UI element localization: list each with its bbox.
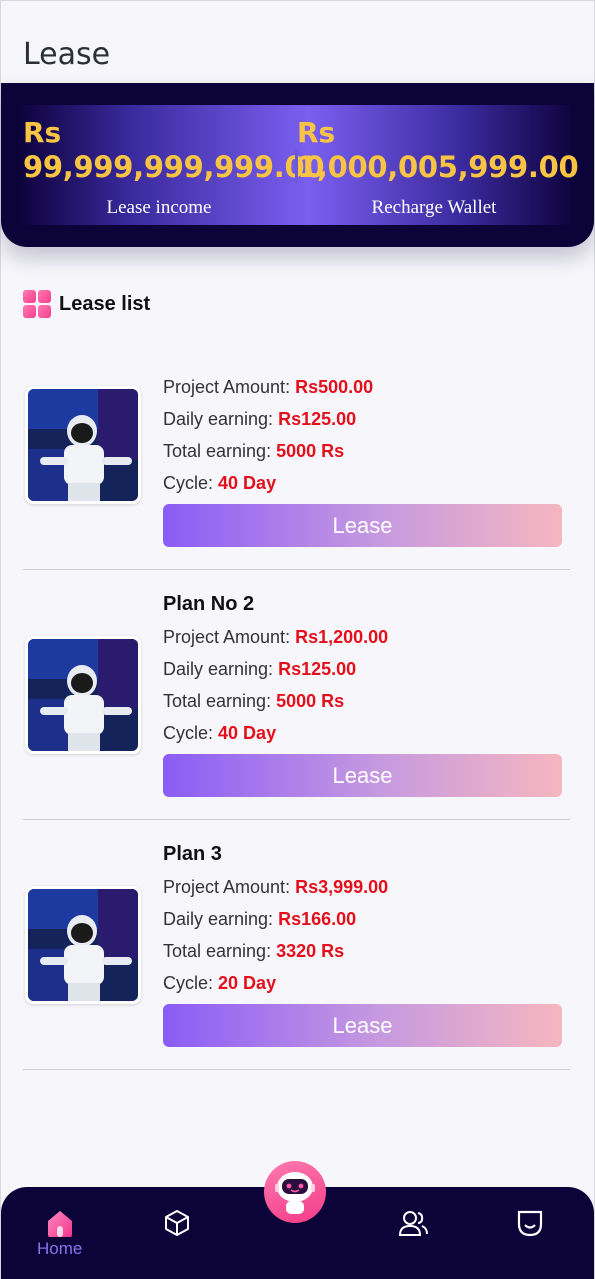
cycle-value: 20 Day xyxy=(218,973,277,993)
project-amount-row: Project Amount: Rs3,999.00 xyxy=(163,871,388,903)
nav-home-label[interactable]: Home xyxy=(37,1239,82,1259)
nav-home[interactable] xyxy=(40,1203,80,1243)
cycle-label: Cycle: xyxy=(163,973,214,993)
recharge-wallet-amount: 1,000,005,999.00 xyxy=(297,150,579,184)
plan-title: Plan 3 xyxy=(163,843,222,865)
project-amount-label: Project Amount: xyxy=(163,877,291,897)
lease-income-amount: 99,999,999,999.00 xyxy=(23,150,325,184)
robot-photo-icon xyxy=(28,639,138,751)
wallet-card: Rs 99,999,999,999.00 Lease income Rs 1,0… xyxy=(1,83,594,247)
cube-icon xyxy=(165,1210,189,1236)
cycle-row: Cycle: 40 Day xyxy=(163,467,373,499)
total-earning-row: Total earning: 5000 Rs xyxy=(163,685,388,717)
total-earning-label: Total earning: xyxy=(163,941,272,961)
lease-button[interactable]: Lease xyxy=(163,1004,562,1047)
plan-card: Project Amount: Rs500.00 Daily earning: … xyxy=(23,349,570,570)
robot-photo-icon xyxy=(28,889,138,1001)
daily-earning-value: Rs125.00 xyxy=(278,409,357,429)
users-icon xyxy=(398,1211,428,1236)
cycle-value: 40 Day xyxy=(218,473,277,493)
lease-list-header: Lease list xyxy=(23,290,150,318)
total-earning-value: 5000 Rs xyxy=(276,691,345,711)
recharge-wallet-currency: Rs xyxy=(297,116,336,149)
daily-earning-row: Daily earning: Rs166.00 xyxy=(163,903,388,935)
plan-info: Plan 3 Project Amount: Rs3,999.00 Daily … xyxy=(163,837,388,999)
daily-earning-row: Daily earning: Rs125.00 xyxy=(163,653,388,685)
recharge-wallet-label: Recharge Wallet xyxy=(371,197,497,218)
total-earning-label: Total earning: xyxy=(163,441,272,461)
total-earning-value: 5000 Rs xyxy=(276,441,345,461)
total-earning-label: Total earning: xyxy=(163,691,272,711)
robot-photo-icon xyxy=(28,389,138,501)
cycle-label: Cycle: xyxy=(163,723,214,743)
page-title: Lease xyxy=(23,37,111,72)
daily-earning-value: Rs125.00 xyxy=(278,659,357,679)
lease-income-label: Lease income xyxy=(106,197,212,218)
plan-image xyxy=(25,636,141,754)
project-amount-value: Rs3,999.00 xyxy=(295,877,389,897)
plan-card: Plan 3 Project Amount: Rs3,999.00 Daily … xyxy=(23,820,570,1070)
cycle-label: Cycle: xyxy=(163,473,214,493)
lease-button[interactable]: Lease xyxy=(163,504,562,547)
project-amount-row: Project Amount: Rs500.00 xyxy=(163,371,373,403)
lease-income-currency: Rs xyxy=(23,116,62,149)
lease-list-title: Lease list xyxy=(59,292,151,315)
total-earning-row: Total earning: 5000 Rs xyxy=(163,435,373,467)
home-icon xyxy=(48,1211,72,1237)
wallet-inner: Rs 99,999,999,999.00 Lease income Rs 1,0… xyxy=(23,105,579,225)
project-amount-value: Rs500.00 xyxy=(295,377,374,397)
plan-card: Plan No 2 Project Amount: Rs1,200.00 Dai… xyxy=(23,570,570,820)
lease-income-block: Rs 99,999,999,999.00 Lease income xyxy=(23,116,325,219)
plan-image xyxy=(25,386,141,504)
nav-profile[interactable] xyxy=(510,1203,550,1243)
smile-icon xyxy=(517,1210,543,1237)
project-amount-label: Project Amount: xyxy=(163,627,291,647)
plan-info: Project Amount: Rs500.00 Daily earning: … xyxy=(163,371,373,499)
nav-robot[interactable] xyxy=(264,1161,326,1223)
grid-icon xyxy=(23,290,51,318)
lease-button[interactable]: Lease xyxy=(163,754,562,797)
project-amount-row: Project Amount: Rs1,200.00 xyxy=(163,621,388,653)
robot-icon xyxy=(275,1172,315,1214)
daily-earning-row: Daily earning: Rs125.00 xyxy=(163,403,373,435)
daily-earning-label: Daily earning: xyxy=(163,909,274,929)
nav-team[interactable] xyxy=(393,1203,433,1243)
plan-image xyxy=(25,886,141,1004)
daily-earning-label: Daily earning: xyxy=(163,659,274,679)
daily-earning-value: Rs166.00 xyxy=(278,909,357,929)
cycle-row: Cycle: 40 Day xyxy=(163,717,388,749)
recharge-wallet-block[interactable]: Rs 1,000,005,999.00 Recharge Wallet xyxy=(297,116,579,219)
cycle-row: Cycle: 20 Day xyxy=(163,967,388,999)
plan-info: Plan No 2 Project Amount: Rs1,200.00 Dai… xyxy=(163,587,388,749)
daily-earning-label: Daily earning: xyxy=(163,409,274,429)
project-amount-label: Project Amount: xyxy=(163,377,291,397)
cycle-value: 40 Day xyxy=(218,723,277,743)
total-earning-row: Total earning: 3320 Rs xyxy=(163,935,388,967)
plan-title: Plan No 2 xyxy=(163,593,255,615)
total-earning-value: 3320 Rs xyxy=(276,941,345,961)
nav-products[interactable] xyxy=(157,1203,197,1243)
project-amount-value: Rs1,200.00 xyxy=(295,627,389,647)
